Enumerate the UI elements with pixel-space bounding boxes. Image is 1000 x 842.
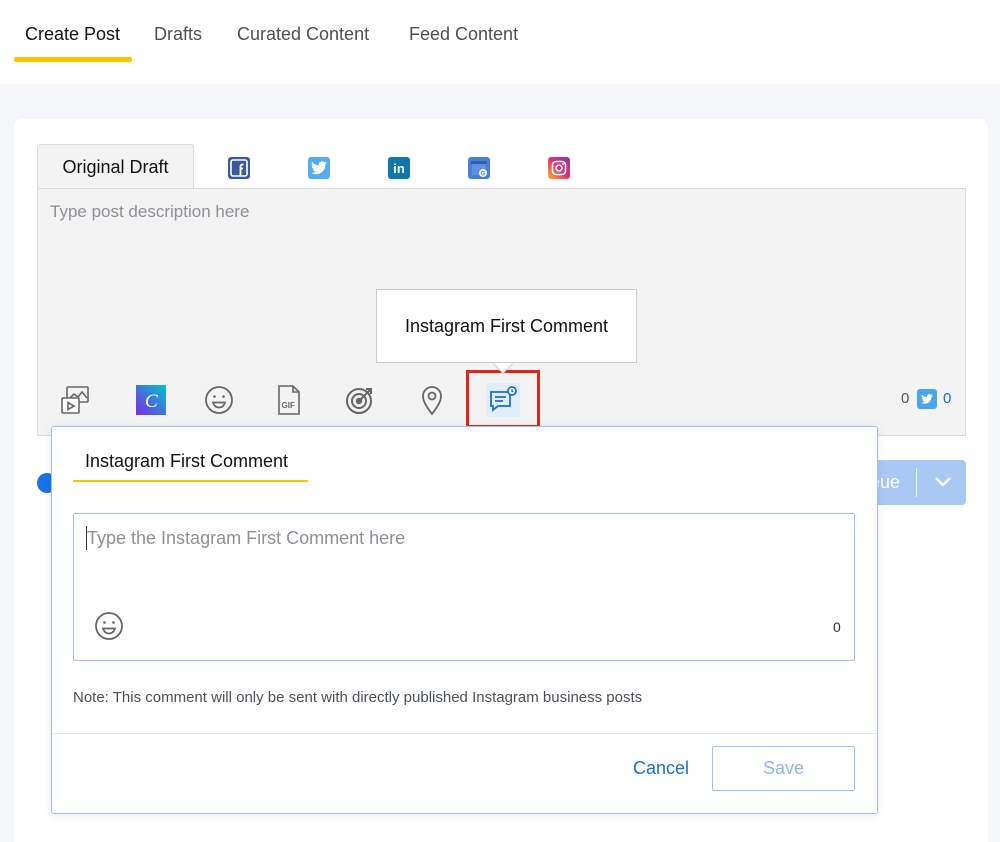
tooltip: Instagram First Comment — [376, 289, 637, 363]
top-tab-bar: Create Post Drafts Curated Content Feed … — [0, 0, 1000, 84]
target-icon[interactable] — [343, 383, 377, 417]
tab-instagram-first-comment[interactable]: Instagram First Comment — [85, 451, 288, 472]
tab-create-post[interactable]: Create Post — [25, 24, 120, 45]
svg-text:C: C — [145, 391, 158, 412]
svg-text:G: G — [481, 172, 486, 178]
canva-icon[interactable]: C — [134, 383, 168, 417]
tab-feed-content[interactable]: Feed Content — [409, 24, 518, 45]
svg-text:GIF: GIF — [282, 401, 295, 410]
linkedin-icon[interactable]: in — [388, 157, 410, 179]
tab-drafts[interactable]: Drafts — [154, 24, 202, 45]
emoji-icon[interactable] — [93, 610, 125, 642]
twitter-counter-icon — [917, 389, 937, 409]
queue-button-divider — [916, 468, 917, 497]
character-count: 0 — [901, 390, 910, 407]
tooltip-text: Instagram First Comment — [404, 315, 609, 336]
save-button[interactable]: Save — [712, 746, 855, 791]
tab-original-draft[interactable]: Original Draft — [37, 144, 194, 190]
first-comment-note: Note: This comment will only be sent wit… — [73, 689, 643, 706]
cancel-button[interactable]: Cancel — [633, 758, 689, 779]
instagram-icon[interactable] — [548, 157, 570, 179]
post-description-placeholder: Type post description here — [50, 202, 250, 221]
save-button-label: Save — [762, 758, 805, 778]
popup-divider — [52, 733, 877, 734]
gif-icon[interactable]: GIF — [272, 383, 306, 417]
google-business-icon[interactable]: G — [468, 157, 490, 179]
chevron-down-icon[interactable] — [934, 470, 952, 497]
twitter-character-count: 0 — [943, 390, 952, 407]
first-comment-placeholder: Type the Instagram First Comment here — [87, 528, 406, 548]
emoji-icon[interactable] — [202, 383, 236, 417]
twitter-icon[interactable] — [308, 157, 330, 179]
facebook-icon[interactable] — [228, 157, 250, 179]
highlight-frame — [466, 370, 540, 428]
popup-tab-underline — [73, 480, 308, 482]
tab-curated-content[interactable]: Curated Content — [237, 24, 369, 45]
active-tab-underline — [14, 57, 132, 62]
original-draft-label: Original Draft — [62, 157, 169, 177]
location-icon[interactable] — [415, 383, 449, 417]
comment-character-count: 0 — [833, 619, 841, 635]
media-library-icon[interactable] — [58, 383, 92, 417]
